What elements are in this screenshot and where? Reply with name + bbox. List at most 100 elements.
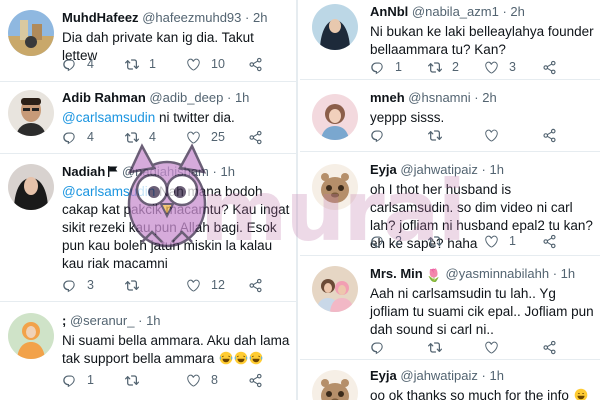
mention-link[interactable]: @carlsamsudin [62, 184, 155, 199]
avatar[interactable] [8, 313, 54, 359]
timestamp[interactable]: 2h [510, 4, 524, 19]
reply-button[interactable]: 1 [62, 371, 94, 389]
tweet-card[interactable]: MuhdHafeez @hafeezmuhd93 · 2h Dia dah pr… [0, 0, 296, 82]
like-button[interactable]: 10 [186, 55, 225, 73]
timestamp[interactable]: 1h [489, 368, 503, 383]
retweet-icon [124, 278, 139, 293]
user-handle[interactable]: @jahwatipaiz [400, 162, 478, 177]
retweet-button[interactable]: 4 [124, 128, 156, 146]
timestamp[interactable]: 1h [235, 90, 249, 105]
reply-count: 1 [395, 60, 402, 74]
heart-icon [186, 57, 201, 72]
user-handle[interactable]: @hsnamni [408, 90, 470, 105]
mention-link[interactable]: @carlsamsudin [62, 110, 155, 125]
timestamp[interactable]: 2h [482, 90, 496, 105]
retweet-button[interactable]: 1 [124, 55, 156, 73]
tweet-card[interactable]: ; @seranur_ · 1h Ni suami bella ammara. … [0, 302, 296, 400]
tweet-text: @carlsamsudin Nah mana bodoh cakap kat p… [62, 183, 292, 273]
display-name[interactable]: Mrs. Min [370, 266, 423, 281]
avatar[interactable] [312, 94, 358, 140]
avatar[interactable] [312, 370, 358, 400]
tweet-header: MuhdHafeez @hafeezmuhd93 · 2h [62, 9, 292, 26]
share-icon [248, 373, 263, 388]
retweet-button[interactable]: 2 [427, 58, 459, 76]
user-handle[interactable]: @seranur_ [70, 313, 135, 328]
like-count: 10 [211, 57, 225, 71]
timestamp[interactable]: 1h [146, 313, 160, 328]
avatar[interactable] [312, 164, 358, 210]
like-button[interactable] [484, 338, 509, 356]
tweet-card[interactable]: Nadiah @nadiahisham · 1h @carlsamsudin N… [0, 154, 296, 302]
share-button[interactable] [542, 232, 567, 250]
display-name[interactable]: ; [62, 313, 66, 328]
like-button[interactable]: 8 [186, 371, 218, 389]
share-icon [542, 340, 557, 355]
share-button[interactable] [248, 371, 273, 389]
share-button[interactable] [248, 55, 273, 73]
like-button[interactable]: 25 [186, 128, 225, 146]
timestamp[interactable]: 2h [253, 10, 267, 25]
left-reply-column: MuhdHafeez @hafeezmuhd93 · 2h Dia dah pr… [0, 0, 298, 400]
tweet-card[interactable]: AnNbl @nabila_azm1 · 2h Ni bukan ke laki… [300, 0, 600, 80]
display-name[interactable]: mneh [370, 90, 405, 105]
reply-button[interactable]: 4 [62, 55, 94, 73]
avatar[interactable] [8, 90, 54, 136]
tweet-card[interactable]: mneh @hsnamni · 2h yeppp sisss. [300, 80, 600, 152]
avatar[interactable] [312, 4, 358, 50]
tweet-text-body: oo ok thanks so much for the info [370, 388, 569, 400]
retweet-button[interactable] [427, 338, 452, 356]
like-button[interactable]: 1 [484, 232, 516, 250]
tweet-header: Eyja @jahwatipaiz · 1h [370, 367, 596, 384]
display-name[interactable]: Eyja [370, 162, 397, 177]
display-name[interactable]: Eyja [370, 368, 397, 383]
retweet-button[interactable] [124, 371, 149, 389]
retweet-icon [427, 128, 442, 143]
share-button[interactable] [542, 338, 567, 356]
tweet-card[interactable]: Eyja @jahwatipaiz · 1h oh I thot her hus… [300, 152, 600, 256]
like-button[interactable]: 12 [186, 276, 225, 294]
display-name[interactable]: Adib Rahman [62, 90, 146, 105]
separator-dot: · [226, 90, 232, 105]
share-button[interactable] [542, 58, 567, 76]
display-name[interactable]: Nadiah [62, 164, 105, 179]
tweet-card[interactable]: Mrs. Min 🌷 @yasminnabilahh · 1h Aah ni ca… [300, 256, 600, 360]
reply-icon [370, 234, 385, 249]
like-button[interactable]: 3 [484, 58, 516, 76]
user-handle[interactable]: @hafeezmuhd93 [142, 10, 241, 25]
user-handle[interactable]: @yasminnabilahh [446, 266, 550, 281]
reply-button[interactable]: 4 [62, 128, 94, 146]
reply-button[interactable]: 2 [370, 232, 402, 250]
retweet-button[interactable] [427, 232, 452, 250]
reply-button[interactable]: 1 [370, 58, 402, 76]
user-handle[interactable]: @nadiahisham [122, 164, 209, 179]
reply-button[interactable] [370, 126, 395, 144]
share-button[interactable] [248, 276, 273, 294]
user-handle[interactable]: @nabila_azm1 [412, 4, 499, 19]
user-handle[interactable]: @jahwatipaiz [400, 368, 478, 383]
reply-icon [370, 128, 385, 143]
timestamp[interactable]: 1h [220, 164, 234, 179]
like-button[interactable] [484, 126, 509, 144]
share-button[interactable] [248, 128, 273, 146]
tweet-card[interactable]: Adib Rahman @adib_deep · 1h @carlsamsudi… [0, 82, 296, 154]
user-handle[interactable]: @adib_deep [149, 90, 223, 105]
reply-button[interactable]: 3 [62, 276, 94, 294]
timestamp[interactable]: 1h [489, 162, 503, 177]
reply-button[interactable] [370, 338, 395, 356]
display-name[interactable]: AnNbl [370, 4, 408, 19]
retweet-icon [124, 57, 139, 72]
tweet-actions: 1 8 [62, 371, 286, 389]
retweet-button[interactable] [427, 126, 452, 144]
timestamp[interactable]: 1h [561, 266, 575, 281]
share-button[interactable] [542, 126, 567, 144]
display-name[interactable]: MuhdHafeez [62, 10, 139, 25]
avatar[interactable] [8, 164, 54, 210]
share-icon [542, 60, 557, 75]
separator-dot: · [481, 368, 486, 383]
retweet-icon [427, 340, 442, 355]
tweet-card[interactable]: Eyja @jahwatipaiz · 1h oo ok thanks so m… [300, 360, 600, 400]
smiling-emoji-icon [574, 388, 588, 400]
avatar[interactable] [312, 266, 358, 312]
avatar[interactable] [8, 10, 54, 56]
retweet-button[interactable] [124, 276, 149, 294]
